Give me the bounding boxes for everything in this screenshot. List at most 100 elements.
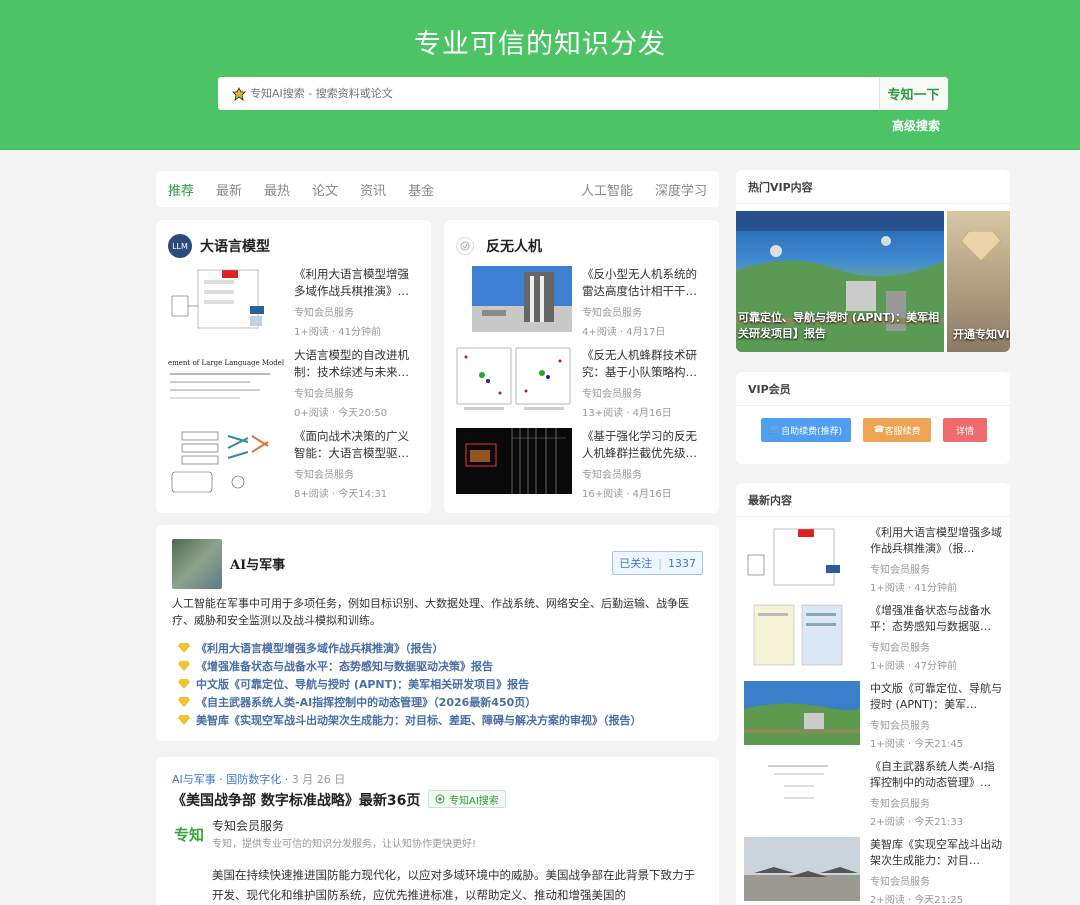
diamond-icon [961,231,1001,261]
topic-avatar [172,539,222,589]
diamond-icon [178,643,190,653]
list-item[interactable]: 美智库《实现空军战斗出动架次生成能力：对目… 专知会员服务 2+阅读 · 今天2… [736,829,1010,905]
search-input[interactable] [246,78,879,109]
diamond-icon [178,697,190,707]
item-thumbnail [168,428,284,494]
item-title[interactable]: 《增强准备状态与战备水平：态势感知与数据驱… [870,603,1002,635]
item-source: 专知会员服务 [294,389,354,400]
vip-banner-title: 可靠定位、导航与授时 (APNT)：美军相关研发项目】报告 [738,311,940,340]
item-thumbnail [744,759,860,823]
item-title[interactable]: 《反无人机蜂群技术研究：基于小队策略构… [582,347,707,381]
item-thumbnail [456,347,572,413]
topic-link[interactable]: 《增强准备状态与战备水平：态势感知与数据驱动决策》报告 [178,657,642,675]
item-source: 专知会员服务 [870,799,930,810]
tab-funds[interactable]: 基金 [408,180,434,199]
category-title[interactable]: 大语言模型 [200,236,270,256]
topic-card-ai-military: AI与军事 已关注 | 1337 人工智能在军事中可用于多项任务，例如目标识别、… [156,525,719,741]
article-body: 美国在持续快速推进国防能力现代化，以应对多域环境中的威胁。美国战争部在此背景下致… [212,868,695,902]
topic-link[interactable]: 《自主武器系统人类-AI指挥控制中的动态管理》（2026最新450页） [178,693,642,711]
item-title[interactable]: 中文版《可靠定位、导航与授时 (APNT)：美军… [870,681,1002,713]
follow-label: 已关注 [619,557,653,570]
item-meta: 2+阅读 · 今天21:25 [870,895,964,905]
vip-member-card: VIP会员 🛒 自助续费(推荐) ☎ 客服续费 详情 [736,372,1010,464]
list-item[interactable]: 《利用大语言模型增强多域作战兵棋推演》… 专知会员服务 1+阅读 · 41分钟前 [156,260,431,341]
author-name[interactable]: 专知会员服务 [212,817,284,834]
topic-name[interactable]: AI与军事 [230,554,285,573]
ai-search-chip[interactable]: 专知AI搜索 [428,790,506,808]
topic-link-list: 《利用大语言模型增强多域作战兵棋推演》（报告） 《增强准备状态与战备水平：态势感… [178,639,642,729]
item-source: 专知会员服务 [870,721,930,732]
item-title[interactable]: 美智库《实现空军战斗出动架次生成能力：对目… [870,837,1002,869]
item-meta: 0+阅读 · 今天20:50 [294,408,388,419]
tab-news[interactable]: 资讯 [360,180,386,199]
tab-hottest[interactable]: 最热 [264,180,290,199]
ai-search-icon [232,86,246,101]
item-thumbnail [744,525,860,589]
search-bar: 专知一下 [218,77,948,110]
list-item[interactable]: 《基于强化学习的反无人机蜂群拦截优先级… 专知会员服务 16+阅读 · 4月16… [444,422,719,503]
list-item[interactable]: 《利用大语言模型增强多域作战兵棋推演》（报… 专知会员服务 1+阅读 · 41分… [736,517,1010,595]
topic-link[interactable]: 美智库《实现空军战斗出动架次生成能力：对目标、差距、障碍与解决方案的审视》（报告… [178,711,642,729]
list-item[interactable]: 《增强准备状态与战备水平：态势感知与数据驱… 专知会员服务 1+阅读 · 47分… [736,595,1010,673]
tab-bar: 推荐 最新 最热 论文 资讯 基金 人工智能 深度学习 [156,171,719,207]
item-source: 专知会员服务 [870,877,930,888]
item-thumbnail [744,681,860,745]
item-title[interactable]: 《自主武器系统人类-AI指挥控制中的动态管理》… [870,759,1002,791]
tab-ai[interactable]: 人工智能 [581,180,633,199]
item-source: 专知会员服务 [294,470,354,481]
item-thumbnail [168,266,284,332]
anti-drone-icon [456,237,474,255]
item-title[interactable]: 《面向战术决策的广义智能：大语言模型驱… [294,428,419,462]
service-renew-button[interactable]: ☎ 客服续费 [863,418,931,442]
item-meta: 1+阅读 · 41分钟前 [294,327,382,338]
follow-button[interactable]: 已关注 | 1337 [612,551,703,575]
article-card: AI与军事 · 国防数字化 · 3 月 26 日 《美国战争部 数字标准战略》最… [156,757,719,905]
item-title[interactable]: 大语言模型的自改进机制：技术综述与未来… [294,347,419,381]
search-icon [435,794,445,804]
vip-banner[interactable]: 可靠定位、导航与授时 (APNT)：美军相关研发项目】报告 [736,211,944,352]
item-thumbnail [456,266,572,332]
category-title[interactable]: 反无人机 [486,236,542,256]
search-button[interactable]: 专知一下 [879,78,947,109]
cart-icon: 🛒 [769,425,782,435]
tab-recommend[interactable]: 推荐 [168,180,194,199]
list-item[interactable]: 《面向战术决策的广义智能：大语言模型驱… 专知会员服务 8+阅读 · 今天14:… [156,422,431,503]
tag-link[interactable]: AI与军事 [172,773,216,786]
self-renew-button[interactable]: 🛒 自助续费(推荐) [761,418,851,442]
item-meta: 8+阅读 · 今天14:31 [294,489,388,500]
tab-papers[interactable]: 论文 [312,180,338,199]
category-card-anti-drone: 反无人机 《反小型无人机系统的雷达高度估计相干干… 专知会员服务 4+阅读 · … [444,220,719,513]
advanced-search-link[interactable]: 高级搜索 [892,117,940,134]
diamond-icon [178,679,190,689]
item-thumbnail [744,837,860,901]
list-item[interactable]: 中文版《可靠定位、导航与授时 (APNT)：美军… 专知会员服务 1+阅读 · … [736,673,1010,751]
article-title[interactable]: 《美国战争部 数字标准战略》最新36页 [172,790,420,810]
topic-link[interactable]: 《利用大语言模型增强多域作战兵棋推演》（报告） [178,639,642,657]
item-meta: 16+阅读 · 4月16日 [582,489,672,500]
vip-banner-2[interactable]: 开通专知VIP [947,211,1010,352]
item-title[interactable]: 《基于强化学习的反无人机蜂群拦截优先级… [582,428,707,462]
tab-deep-learning[interactable]: 深度学习 [655,180,707,199]
page-title: 专业可信的知识分发 [414,29,666,60]
item-source: 专知会员服务 [870,565,930,576]
tag-link[interactable]: 国防数字化 [226,773,281,786]
item-title[interactable]: 《利用大语言模型增强多域作战兵棋推演》（报… [870,525,1002,557]
list-item[interactable]: 《自主武器系统人类-AI指挥控制中的动态管理》… 专知会员服务 2+阅读 · 今… [736,751,1010,829]
diamond-icon [178,661,190,671]
vip-banner-2-title: 开通专知VIP [953,328,1010,341]
topic-link[interactable]: 中文版《可靠定位、导航与授时 (APNT)：美军相关研发项目》报告 [178,675,642,693]
list-item[interactable]: ement of Large Language Models: A T 大语言模… [156,341,431,422]
tab-latest[interactable]: 最新 [216,180,242,199]
list-item[interactable]: 《反小型无人机系统的雷达高度估计相干干… 专知会员服务 4+阅读 · 4月17日 [444,260,719,341]
item-title[interactable]: 《反小型无人机系统的雷达高度估计相干干… [582,266,707,300]
item-title[interactable]: 《利用大语言模型增强多域作战兵棋推演》… [294,266,419,300]
details-button[interactable]: 详情 [943,418,987,442]
hot-vip-card: 热门VIP内容 可靠定位、导航与授时 (APNT)：美军相关研发项目】报告 开通… [736,170,1010,352]
topic-description: 人工智能在军事中可用于多项任务，例如目标识别、大数据处理、作战系统、网络安全、后… [172,597,689,627]
item-source: 专知会员服务 [294,308,354,319]
list-item[interactable]: 《反无人机蜂群技术研究：基于小队策略构… 专知会员服务 13+阅读 · 4月16… [444,341,719,422]
item-meta: 13+阅读 · 4月16日 [582,408,672,419]
zhuanzhi-logo: 专知 [174,826,205,844]
item-meta: 2+阅读 · 今天21:33 [870,817,964,828]
latest-content-card: 最新内容 《利用大语言模型增强多域作战兵棋推演》（报… 专知会员服务 1+阅读 … [736,483,1010,905]
